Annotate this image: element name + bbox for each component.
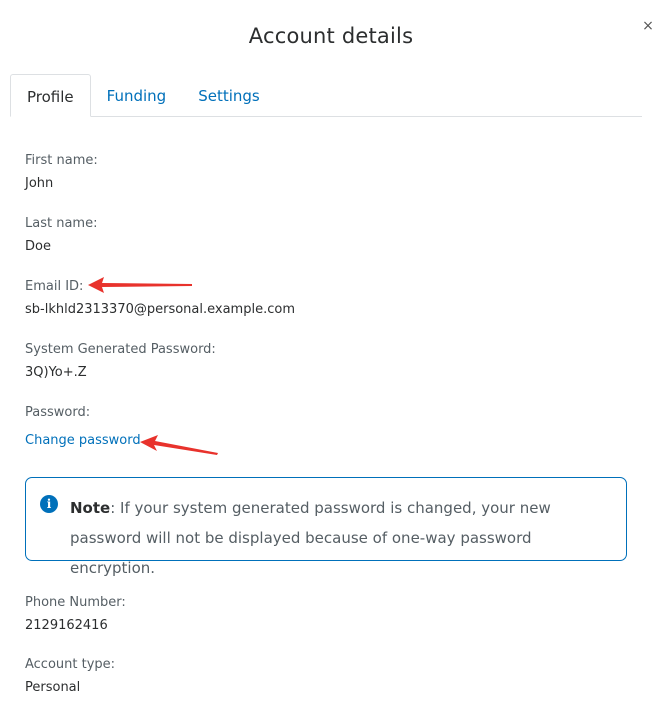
first-name-value: John (25, 176, 54, 191)
first-name-field: First name: John (25, 152, 98, 193)
phone-field: Phone Number: 2129162416 (25, 594, 126, 635)
dialog-title: Account details (248, 24, 414, 48)
first-name-label: First name: (25, 153, 98, 168)
tab-profile[interactable]: Profile (10, 74, 91, 117)
account-type-field: Account type: Personal (25, 656, 115, 697)
tab-bar: Profile Funding Settings (10, 74, 642, 117)
info-icon: i (40, 495, 58, 513)
annotation-arrow-email-icon (88, 277, 192, 293)
change-password-link[interactable]: Change password (25, 432, 141, 450)
system-password-value: 3Q)Yo+.Z (25, 365, 87, 380)
password-note: i Note: If your system generated passwor… (25, 477, 627, 577)
note-text: Note: If your system generated password … (70, 493, 610, 583)
last-name-field: Last name: Doe (25, 215, 97, 256)
account-type-value: Personal (25, 680, 81, 695)
note-title: Note (70, 499, 111, 517)
close-button[interactable]: × (640, 18, 656, 34)
email-value: sb-lkhld2313370@personal.example.com (25, 302, 295, 317)
note-body: : If your system generated password is c… (70, 499, 551, 577)
system-password-field: System Generated Password: 3Q)Yo+.Z (25, 341, 216, 382)
annotation-arrow-password-icon (140, 435, 218, 455)
phone-value: 2129162416 (25, 618, 108, 633)
phone-label: Phone Number: (25, 595, 126, 610)
last-name-value: Doe (25, 239, 51, 254)
last-name-label: Last name: (25, 216, 98, 231)
tab-settings[interactable]: Settings (182, 74, 276, 116)
password-field: Password: Change password (25, 404, 141, 450)
password-label: Password: (25, 405, 91, 420)
system-password-label: System Generated Password: (25, 342, 216, 357)
tab-funding[interactable]: Funding (91, 74, 183, 116)
account-type-label: Account type: (25, 657, 116, 672)
